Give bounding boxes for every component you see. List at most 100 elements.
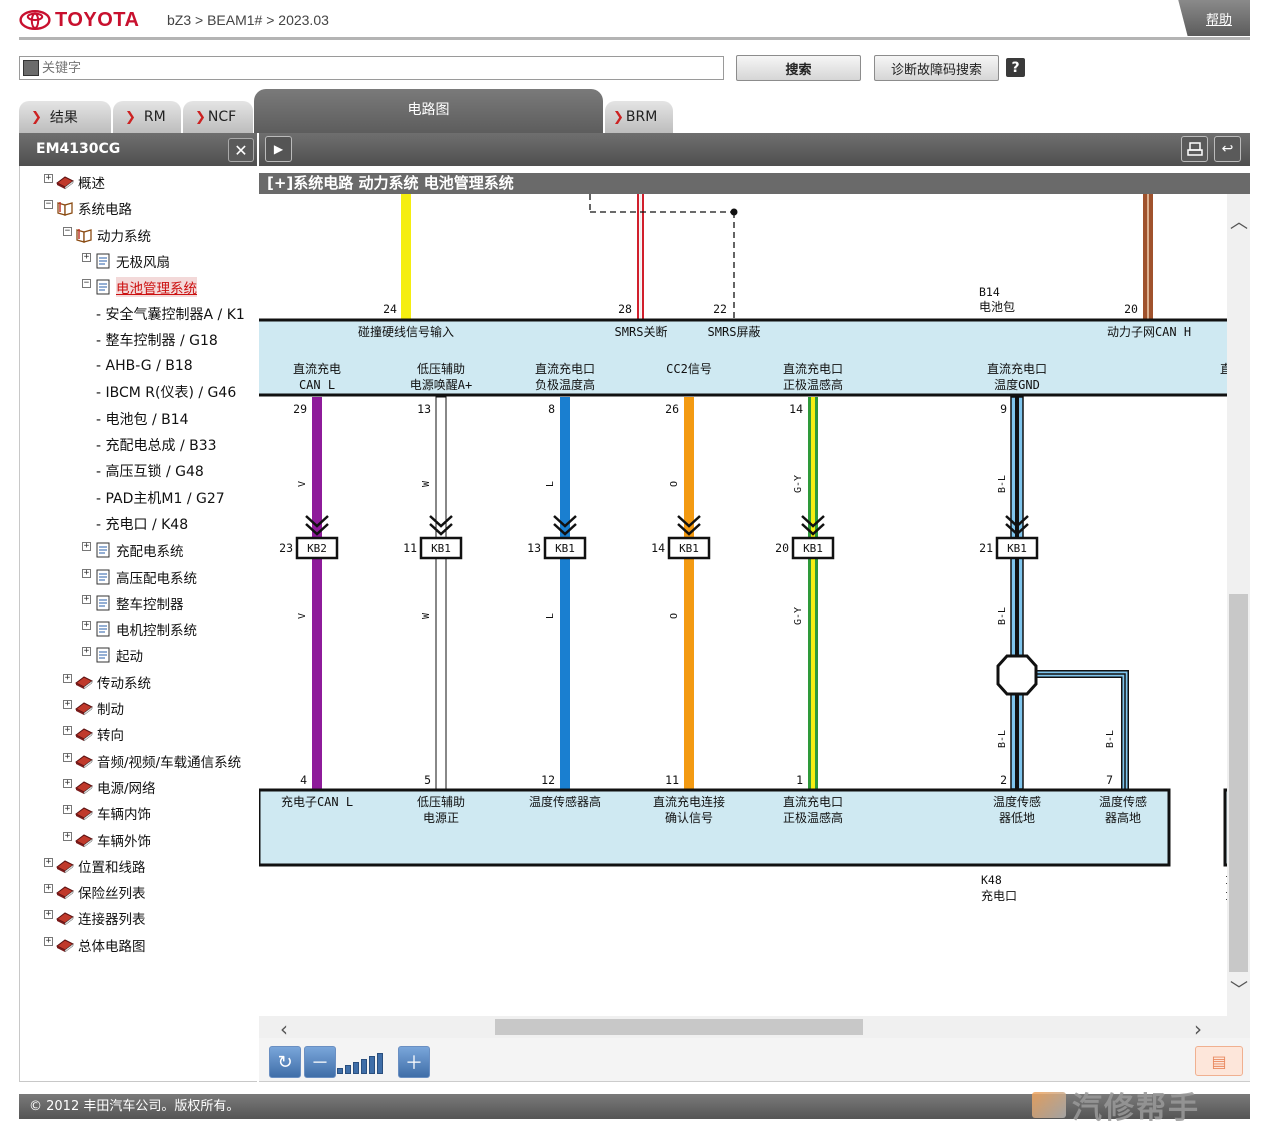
expand-icon[interactable]: +	[82, 568, 91, 578]
expand-icon[interactable]: +	[44, 174, 53, 183]
search-box[interactable]	[19, 56, 724, 80]
tree-label: 传动系统	[97, 675, 151, 692]
tree-node[interactable]: + 连接器列表	[44, 907, 146, 929]
navigation-tree: + 概述 − 系统电路 − 动力系统 + 无极风扇 − 电池管理系统 - 安全气囊控制器A / K1…	[19, 166, 257, 1082]
tree-label: 位置和线路	[78, 859, 146, 876]
tree-leaf[interactable]: - PAD主机M1 / G27	[96, 487, 225, 509]
play-icon[interactable]: ▶	[265, 136, 292, 162]
pin-number: 28	[618, 302, 632, 316]
tree-label: - AHB-G / B18	[96, 358, 193, 375]
pin-number: 11	[665, 773, 679, 787]
book-open-icon	[75, 227, 93, 243]
tree-label: 充配电系统	[116, 544, 184, 561]
expand-icon[interactable]: +	[44, 936, 53, 946]
expand-icon[interactable]: +	[63, 805, 72, 815]
wire-white	[435, 396, 447, 790]
tree-node[interactable]: − 动力系统	[63, 224, 151, 246]
tree-node[interactable]: + 起动	[82, 644, 143, 666]
tree-node[interactable]: + 保险丝列表	[44, 881, 146, 903]
zoom-level-indicator[interactable]	[337, 1050, 383, 1074]
tree-node[interactable]: + 位置和线路	[44, 855, 146, 877]
tab-wiring-diagram[interactable]: 电路图	[254, 89, 603, 133]
tree-node[interactable]: + 音频/视频/车载通信系统	[63, 750, 241, 772]
zoom-out-icon[interactable]: －	[304, 1046, 336, 1078]
wire-stripe	[1015, 397, 1019, 789]
tree-node[interactable]: − 电池管理系统	[82, 276, 197, 298]
document-icon	[94, 621, 112, 637]
tab-results[interactable]: ❯ 结果	[19, 101, 111, 133]
tree-leaf[interactable]: - 高压互锁 / G48	[96, 460, 204, 482]
expand-icon[interactable]: +	[44, 884, 53, 894]
scroll-down-icon[interactable]: ﹀	[1230, 980, 1248, 1001]
expand-icon[interactable]: +	[63, 831, 72, 841]
expand-icon[interactable]: +	[44, 857, 53, 867]
book-closed-icon	[56, 858, 74, 874]
collapse-icon[interactable]: −	[63, 226, 72, 236]
tree-label: - 电池包 / B14	[96, 411, 189, 428]
vertical-scroll-thumb[interactable]	[1229, 594, 1248, 972]
refresh-icon[interactable]: ↻	[269, 1046, 301, 1078]
tab-ncf[interactable]: ❯ NCF	[183, 101, 253, 133]
tree-label: - 充配电总成 / B33	[96, 438, 217, 454]
tree-node[interactable]: + 转向	[63, 723, 124, 745]
expand-icon[interactable]: +	[63, 778, 72, 788]
search-input[interactable]	[42, 59, 720, 77]
book-closed-icon	[75, 726, 93, 742]
expand-icon[interactable]: +	[63, 752, 72, 762]
tree-leaf[interactable]: - AHB-G / B18	[96, 355, 193, 377]
scroll-up-icon[interactable]: ︿	[1230, 212, 1248, 233]
feedback-icon[interactable]: ▤	[1195, 1046, 1243, 1076]
wire-color-code: B-L	[997, 475, 1008, 493]
tree-node[interactable]: + 高压配电系统	[82, 566, 197, 588]
tree-node[interactable]: + 制动	[63, 697, 124, 719]
wire-color-code: G-Y	[793, 607, 804, 625]
expand-icon[interactable]: +	[82, 542, 91, 552]
tree-node[interactable]: + 充配电系统	[82, 539, 184, 561]
tree-node[interactable]: − 系统电路	[44, 197, 132, 219]
search-button[interactable]: 搜索	[736, 55, 861, 81]
tree-label: 整车控制器	[116, 596, 184, 613]
tree-node[interactable]: + 无极风扇	[82, 250, 170, 272]
tree-node[interactable]: + 电机控制系统	[82, 618, 197, 640]
tab-rm[interactable]: ❯ RM	[113, 101, 181, 133]
collapse-icon[interactable]: −	[44, 200, 53, 210]
tree-leaf[interactable]: - 充电口 / K48	[96, 513, 188, 535]
tree-node[interactable]: + 车辆内饰	[63, 802, 151, 824]
tree-node[interactable]: + 总体电路图	[44, 934, 146, 956]
expand-icon[interactable]: +	[63, 700, 72, 709]
expand-icon[interactable]: +	[63, 726, 72, 736]
close-icon[interactable]: ✕	[228, 138, 254, 162]
collapse-icon[interactable]: −	[82, 279, 91, 289]
book-closed-icon	[75, 832, 93, 848]
pin-label: 电源唤醒A+	[410, 378, 472, 392]
dtc-search-button[interactable]: 诊断故障码搜索	[874, 55, 999, 81]
expand-icon[interactable]: +	[82, 621, 91, 631]
wiring-diagram[interactable]: 24 28 22 20 B14 电池包 碰撞硬线信号输入 SMRS关断 SMRS屏蔽 动力子网CA…	[259, 194, 1227, 1016]
tree-node[interactable]: + 概述	[44, 171, 105, 193]
horizontal-scroll-thumb[interactable]	[495, 1019, 863, 1035]
pin-number: 4	[300, 773, 307, 787]
help-link[interactable]: 帮助	[1178, 0, 1250, 36]
expand-icon[interactable]: +	[63, 673, 72, 683]
expand-icon[interactable]: +	[82, 252, 91, 262]
tree-leaf[interactable]: - IBCM R(仪表) / G46	[96, 381, 236, 403]
expand-icon[interactable]: +	[82, 647, 91, 657]
expand-icon[interactable]: +	[82, 594, 91, 604]
pin-label: SMRS屏蔽	[708, 325, 761, 339]
tree-label: - 充电口 / K48	[96, 516, 189, 533]
tree-node[interactable]: + 传动系统	[63, 671, 151, 693]
help-question-icon[interactable]: ?	[1006, 58, 1025, 77]
print-icon[interactable]	[1181, 136, 1208, 162]
tab-brm[interactable]: ❯ BRM	[605, 101, 673, 133]
tree-leaf[interactable]: - 安全气囊控制器A / K1	[96, 303, 245, 325]
tree-node[interactable]: + 车辆外饰	[63, 829, 151, 851]
tree-leaf[interactable]: - 整车控制器 / G18	[96, 329, 218, 351]
tree-label: 总体电路图	[78, 938, 146, 955]
tree-node[interactable]: + 电源/网络	[63, 776, 156, 798]
return-icon[interactable]: ↩	[1214, 136, 1241, 162]
tree-node[interactable]: + 整车控制器	[82, 592, 184, 614]
tree-leaf[interactable]: - 电池包 / B14	[96, 408, 189, 430]
tree-leaf[interactable]: - 充配电总成 / B33	[96, 434, 217, 456]
zoom-in-icon[interactable]: ＋	[398, 1046, 430, 1078]
expand-icon[interactable]: +	[44, 910, 53, 920]
